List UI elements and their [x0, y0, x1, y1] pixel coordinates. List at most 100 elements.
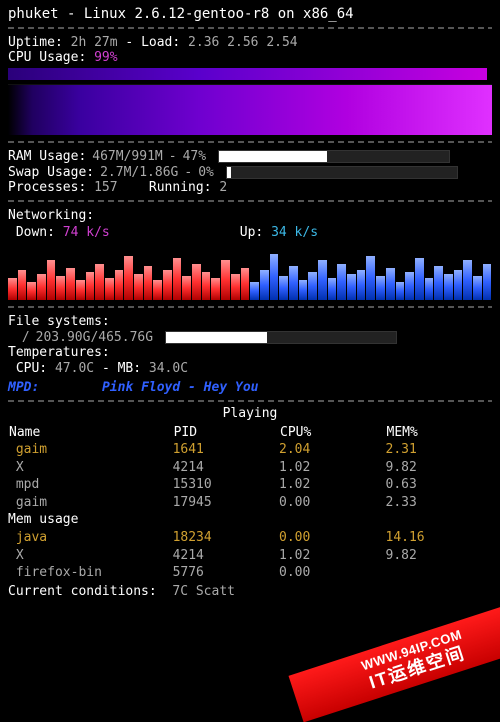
- net-bar: [405, 272, 414, 300]
- proc-cpu: 1.02: [279, 476, 385, 494]
- up-value: 34 k/s: [271, 225, 318, 240]
- net-bar: [473, 276, 482, 300]
- net-bar: [124, 256, 133, 300]
- net-label: Networking:: [8, 208, 492, 224]
- net-bar: [357, 270, 366, 300]
- proc-label: Processes:: [8, 180, 86, 195]
- swap-pct: 0%: [198, 165, 214, 181]
- proc-line: Processes: 157 Running: 2: [8, 180, 492, 196]
- net-bar: [173, 258, 182, 300]
- divider: [8, 306, 492, 308]
- net-bar: [18, 270, 27, 300]
- proc-mem: 2.33: [386, 494, 493, 512]
- swap-line: Swap Usage: 2.7M/1.86G - 0%: [8, 165, 492, 181]
- proc-mem: 9.82: [386, 547, 493, 565]
- ram-pct: 47%: [183, 149, 206, 165]
- net-bar: [27, 282, 36, 300]
- table-row: firefox-bin57760.00: [8, 564, 492, 582]
- hostname: phuket: [8, 6, 59, 22]
- net-bar: [56, 276, 65, 300]
- proc-cpu: 1.02: [279, 547, 385, 565]
- proc-pid: 1641: [173, 441, 279, 459]
- net-bar: [463, 260, 472, 300]
- net-bar: [279, 276, 288, 300]
- fs-bar: [165, 331, 397, 344]
- proc-name: X: [8, 547, 173, 565]
- uptime-value: 2h 27m: [71, 35, 118, 50]
- net-bar: [483, 264, 492, 300]
- net-bar: [221, 260, 230, 300]
- table-row: X42141.029.82: [8, 547, 492, 565]
- net-bar: [299, 280, 308, 300]
- col-cpu: CPU%: [279, 424, 385, 442]
- net-graph: [8, 245, 492, 300]
- table-header-row: Name PID CPU% MEM%: [8, 424, 492, 442]
- net-bar: [231, 274, 240, 300]
- proc-name: firefox-bin: [8, 564, 173, 582]
- proc-pid: 4214: [173, 547, 279, 565]
- mpd-line: MPD: Pink Floyd - Hey You: [8, 380, 492, 396]
- proc-pid: 18234: [173, 529, 279, 547]
- net-bar: [95, 264, 104, 300]
- down-value: 74 k/s: [63, 225, 110, 240]
- load-label: Load:: [141, 35, 180, 50]
- ram-bar: [218, 150, 450, 163]
- proc-cpu: 0.00: [279, 564, 385, 582]
- net-bar: [415, 258, 424, 300]
- net-bar: [144, 266, 153, 300]
- net-bar: [182, 276, 191, 300]
- proc-cpu: 0.00: [279, 529, 385, 547]
- os-line: Linux 2.6.12-gentoo-r8 on x86_64: [84, 6, 354, 22]
- net-bar: [211, 278, 220, 300]
- net-bar: [260, 270, 269, 300]
- ram-line: RAM Usage: 467M/991M - 47%: [8, 149, 492, 165]
- uptime-line: Uptime: 2h 27m - Load: 2.36 2.56 2.54: [8, 35, 492, 51]
- net-bar: [328, 278, 337, 300]
- net-bar: [76, 280, 85, 300]
- cpu-history-graph: [8, 84, 492, 135]
- temp-cpu-value: 47.0C: [55, 361, 94, 376]
- net-bar: [86, 272, 95, 300]
- proc-cpu: 0.00: [279, 494, 385, 512]
- fs-mount: /: [22, 330, 30, 346]
- ram-used: 467M/991M: [92, 149, 162, 165]
- uptime-label: Uptime:: [8, 35, 63, 50]
- net-bar: [163, 270, 172, 300]
- running-label: Running:: [149, 180, 212, 195]
- net-bar: [270, 254, 279, 300]
- running-count: 2: [219, 180, 227, 195]
- up-label: Up:: [240, 225, 263, 240]
- cpu-value: 99%: [94, 50, 117, 65]
- fs-label: File systems:: [8, 314, 492, 330]
- net-bar: [192, 264, 201, 300]
- cpu-bar: [8, 68, 487, 80]
- net-bar: [241, 268, 250, 300]
- net-bar: [454, 270, 463, 300]
- proc-name: mpd: [8, 476, 173, 494]
- mpd-track: Pink Floyd - Hey You: [102, 380, 259, 395]
- fs-value: 203.90G/465.76G: [36, 330, 153, 346]
- net-bar: [105, 278, 114, 300]
- net-bar: [444, 274, 453, 300]
- host-line: phuket - Linux 2.6.12-gentoo-r8 on x86_6…: [8, 6, 492, 23]
- proc-mem: 9.82: [386, 459, 493, 477]
- watermark-banner: WWW.94IP.COM IT运维空间: [289, 598, 500, 722]
- net-bar: [396, 282, 405, 300]
- proc-mem: [386, 564, 493, 582]
- proc-name: gaim: [8, 441, 173, 459]
- net-bar: [153, 280, 162, 300]
- down-label: Down:: [16, 225, 55, 240]
- fs-line: / 203.90G/465.76G: [8, 330, 492, 346]
- temp-label: Temperatures:: [8, 345, 492, 361]
- swap-bar: [226, 166, 458, 179]
- net-bar: [202, 272, 211, 300]
- divider: [8, 400, 492, 402]
- proc-mem: 0.63: [386, 476, 493, 494]
- weather-value: 7C Scatt: [172, 584, 235, 599]
- table-row: X42141.029.82: [8, 459, 492, 477]
- process-table: Name PID CPU% MEM% gaim16412.042.31 X421…: [8, 424, 492, 582]
- swap-label: Swap Usage:: [8, 165, 94, 181]
- proc-name: X: [8, 459, 173, 477]
- temp-mb-label: MB:: [118, 361, 141, 376]
- net-bar: [37, 274, 46, 300]
